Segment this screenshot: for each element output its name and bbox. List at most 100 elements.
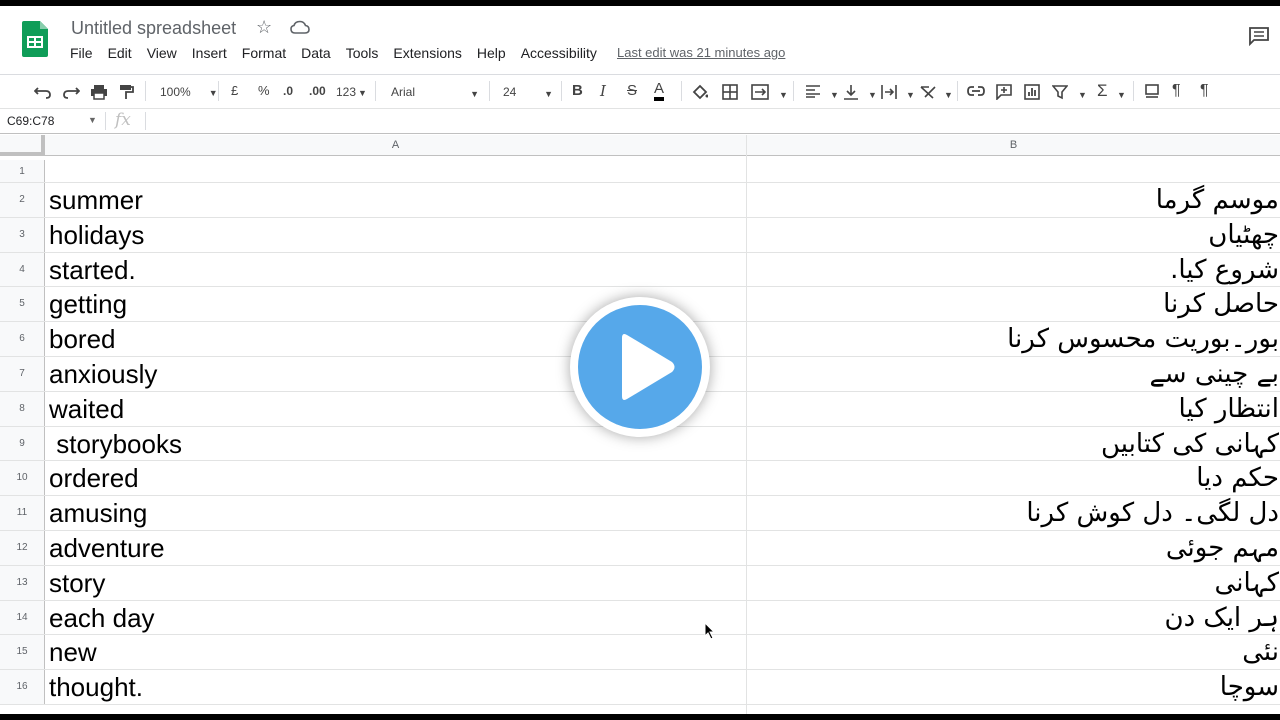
italic-button[interactable]: I	[600, 81, 606, 101]
cell-column-a[interactable]: summer	[49, 183, 739, 217]
cell-column-b[interactable]: انتظار کیا	[760, 392, 1279, 426]
increase-decimal-button[interactable]: .00	[309, 81, 326, 101]
text-rotation-icon[interactable]	[919, 84, 937, 100]
cell-column-b[interactable]: حاصل کرنا	[760, 287, 1279, 321]
redo-icon[interactable]	[62, 85, 80, 99]
menu-tools[interactable]: Tools	[346, 45, 379, 61]
cell-column-a[interactable]: ordered	[49, 461, 739, 495]
font-size-select[interactable]: 24 ▼	[503, 82, 553, 102]
name-box[interactable]: C69:C78	[7, 114, 54, 128]
row-header[interactable]: 10	[0, 461, 45, 496]
cell-column-a[interactable]: new	[49, 635, 739, 669]
row-header[interactable]: 3	[0, 217, 45, 252]
cell-column-a[interactable]	[49, 160, 739, 182]
currency-format-button[interactable]: £	[231, 81, 238, 101]
cell-column-a[interactable]: amusing	[49, 496, 739, 530]
row-header[interactable]: 16	[0, 670, 45, 704]
merge-cells-icon[interactable]	[751, 84, 769, 100]
row-header[interactable]: 1	[0, 160, 45, 182]
print-icon[interactable]	[90, 84, 108, 100]
cell-column-b[interactable]: شروع کیا.	[760, 253, 1279, 287]
decrease-decimal-button[interactable]: .0	[283, 81, 293, 101]
valign-dropdown-icon[interactable]: ▼	[868, 85, 877, 105]
filter-dropdown-icon[interactable]: ▼	[1078, 85, 1087, 105]
menu-edit[interactable]: Edit	[108, 45, 132, 61]
sheets-logo-icon[interactable]	[22, 21, 48, 57]
bold-button[interactable]: B	[572, 81, 583, 101]
cell-column-b[interactable]: دل لگی۔ دل کوش کرنا	[760, 496, 1279, 530]
merge-dropdown-icon[interactable]: ▼	[779, 85, 788, 105]
cell-column-b[interactable]: نئی	[760, 635, 1279, 669]
column-header-b[interactable]: B	[747, 135, 1280, 156]
row-header[interactable]: 5	[0, 287, 45, 322]
menu-accessibility[interactable]: Accessibility	[521, 45, 597, 61]
cell-column-b[interactable]: کہانی کی کتابیں	[760, 427, 1279, 461]
cell-column-b[interactable]: چھٹیاں	[760, 218, 1279, 252]
menu-format[interactable]: Format	[242, 45, 286, 61]
percent-format-button[interactable]: %	[258, 81, 270, 101]
row-header[interactable]: 8	[0, 391, 45, 426]
cell-column-a[interactable]: adventure	[49, 531, 739, 565]
filter-icon[interactable]	[1052, 84, 1068, 100]
row-header[interactable]: 2	[0, 183, 45, 217]
row-header[interactable]: 15	[0, 635, 45, 670]
zoom-select[interactable]: 100% ▼	[160, 82, 218, 103]
cell-column-a[interactable]: story	[49, 566, 739, 600]
row-header[interactable]: 14	[0, 600, 45, 635]
row-header[interactable]: 13	[0, 565, 45, 600]
more-formats-button[interactable]: 123 ▼	[336, 82, 367, 103]
row-header[interactable]: 4	[0, 252, 45, 287]
strikethrough-button[interactable]: S	[627, 81, 637, 101]
cell-column-b[interactable]: حکم دیا	[760, 461, 1279, 495]
text-color-button[interactable]: A	[654, 81, 665, 101]
cell-column-b[interactable]: موسم گرما	[760, 183, 1279, 217]
undo-icon[interactable]	[34, 85, 52, 99]
fill-color-icon[interactable]	[692, 84, 708, 100]
row-header[interactable]: 7	[0, 357, 45, 391]
name-box-dropdown-icon[interactable]: ▼	[88, 115, 97, 125]
functions-dropdown-icon[interactable]: ▼	[1117, 85, 1126, 105]
horizontal-align-icon[interactable]	[805, 84, 821, 98]
ltr-icon[interactable]: ¶	[1172, 81, 1181, 101]
text-wrapping-icon[interactable]	[881, 84, 897, 100]
insert-link-icon[interactable]	[967, 86, 985, 96]
document-title[interactable]: Untitled spreadsheet	[71, 18, 236, 39]
select-all-corner[interactable]	[0, 135, 45, 156]
borders-icon[interactable]	[722, 84, 738, 100]
menu-file[interactable]: File	[70, 45, 93, 61]
text-direction-icon[interactable]	[1144, 84, 1160, 100]
row-header[interactable]: 6	[0, 322, 45, 356]
cloud-status-icon[interactable]	[290, 18, 310, 38]
insert-chart-icon[interactable]	[1024, 84, 1040, 100]
cell-column-a[interactable]: thought.	[49, 670, 739, 704]
menu-extensions[interactable]: Extensions	[393, 45, 461, 61]
font-select[interactable]: Arial ▼	[391, 82, 479, 102]
cell-column-b[interactable]: بور۔بوریت محسوس کرنا	[760, 322, 1279, 356]
menu-view[interactable]: View	[147, 45, 177, 61]
functions-icon[interactable]: Σ	[1097, 81, 1108, 101]
row-header[interactable]: 11	[0, 496, 45, 530]
cell-column-a[interactable]: holidays	[49, 218, 739, 252]
insert-comment-icon[interactable]	[996, 84, 1012, 100]
paint-format-icon[interactable]	[118, 84, 134, 100]
wrap-dropdown-icon[interactable]: ▼	[906, 85, 915, 105]
video-play-button[interactable]	[570, 297, 710, 437]
menu-help[interactable]: Help	[477, 45, 506, 61]
rotation-dropdown-icon[interactable]: ▼	[944, 85, 953, 105]
row-header[interactable]: 9	[0, 426, 45, 461]
last-edit-link[interactable]: Last edit was 21 minutes ago	[617, 45, 785, 60]
halign-dropdown-icon[interactable]: ▼	[830, 85, 839, 105]
cell-column-b[interactable]: سوچا	[760, 670, 1279, 704]
vertical-align-icon[interactable]	[843, 84, 859, 100]
menu-insert[interactable]: Insert	[192, 45, 227, 61]
cell-column-a[interactable]: each day	[49, 601, 739, 635]
row-header[interactable]: 12	[0, 531, 45, 565]
menu-data[interactable]: Data	[301, 45, 331, 61]
cell-column-b[interactable]	[760, 160, 1279, 182]
star-icon[interactable]: ☆	[256, 17, 272, 38]
cell-column-b[interactable]: کہانی	[760, 566, 1279, 600]
cell-column-a[interactable]: started.	[49, 253, 739, 287]
column-header-a[interactable]: A	[45, 135, 747, 156]
rtl-icon[interactable]: ¶	[1200, 81, 1209, 101]
cell-column-b[interactable]: مہم جوئی	[760, 531, 1279, 565]
